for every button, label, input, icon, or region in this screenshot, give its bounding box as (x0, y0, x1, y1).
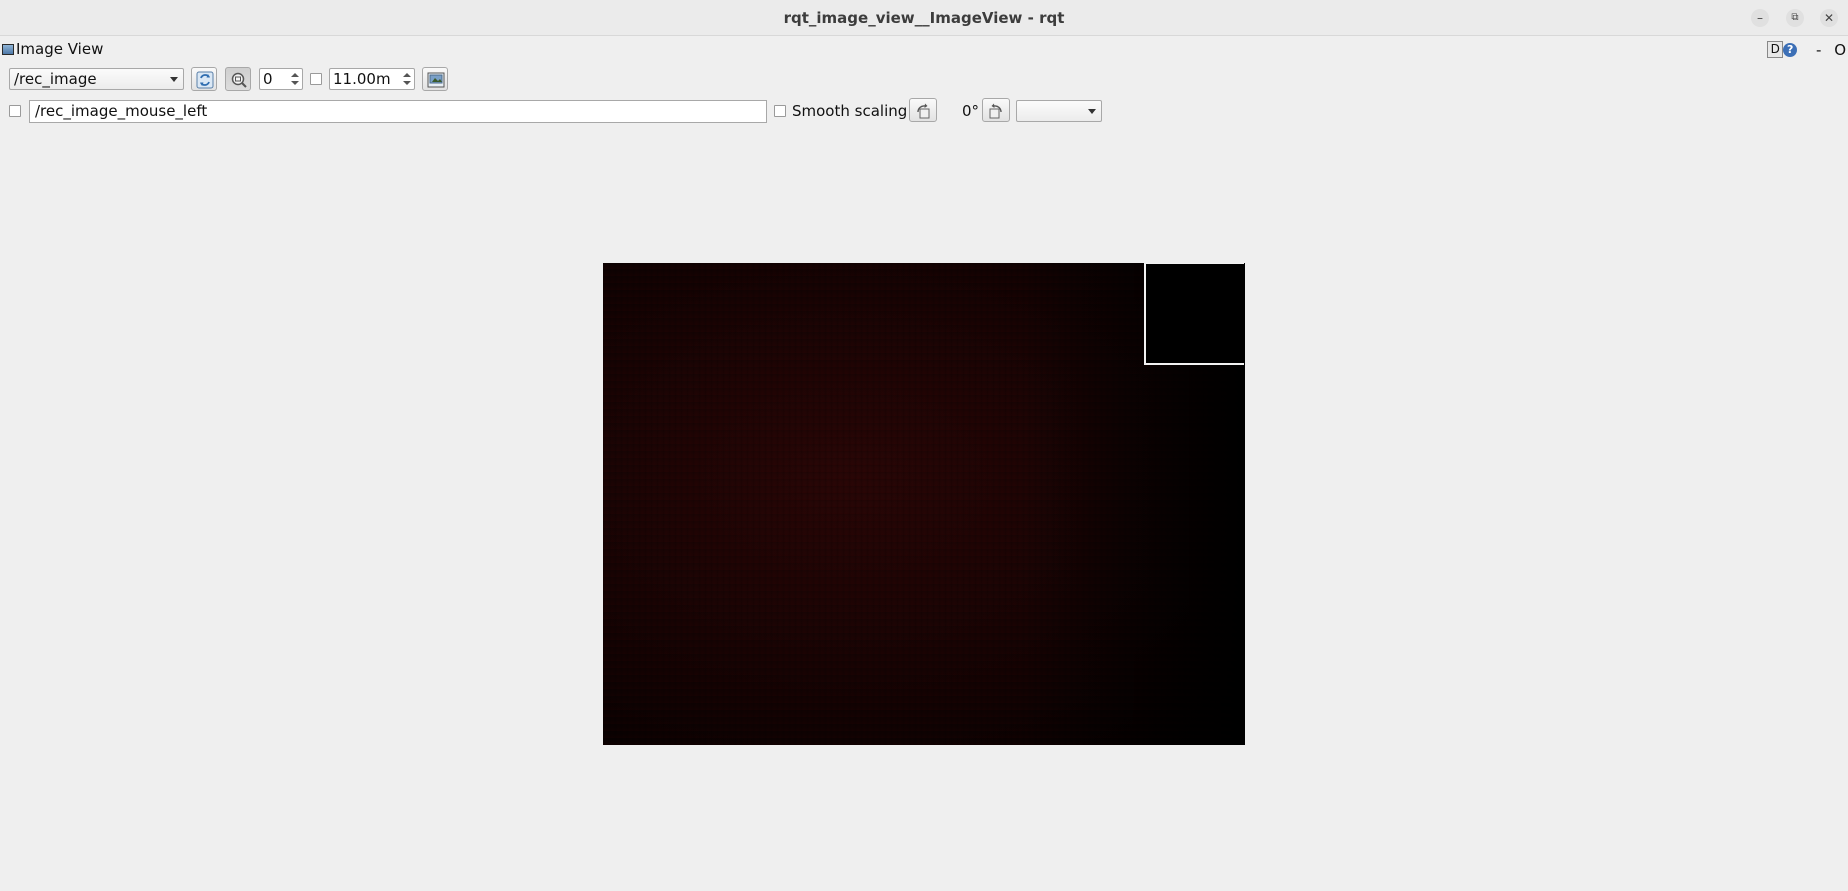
dock-controls: D? - O (1767, 40, 1846, 59)
spin-up-icon[interactable] (291, 73, 299, 77)
image-inset-box (1144, 263, 1244, 365)
window-title: rqt_image_view__ImageView - rqt (783, 9, 1065, 27)
publish-mouse-checkbox[interactable] (9, 105, 21, 117)
rotate-right-button[interactable] (982, 98, 1010, 122)
topic-combobox-value: /rec_image (14, 70, 97, 88)
smooth-scaling-label[interactable]: Smooth scaling (792, 102, 907, 120)
close-button[interactable]: ✕ (1820, 9, 1838, 27)
chevron-down-icon (1088, 109, 1096, 114)
smooth-scaling-checkbox[interactable] (774, 105, 786, 117)
num-gridlines-value: 0 (263, 70, 273, 88)
save-image-button[interactable] (422, 67, 448, 91)
refresh-icon (196, 71, 214, 89)
max-range-checkbox[interactable] (310, 73, 322, 85)
num-gridlines-spinbox[interactable]: 0 (259, 68, 303, 90)
rotation-label: 0° (962, 102, 980, 120)
chevron-down-icon (170, 77, 178, 82)
rotate-left-icon (917, 103, 930, 119)
dock-float-button[interactable]: O (1834, 41, 1846, 59)
zoom-fit-button[interactable] (225, 67, 251, 91)
max-range-spinbox[interactable]: 11.00m (329, 68, 415, 90)
dock-titlebar: Image View D? - O (0, 38, 1848, 62)
image-view-icon (2, 44, 14, 55)
window-titlebar: rqt_image_view__ImageView - rqt – ⧉ ✕ (0, 0, 1848, 36)
refresh-topics-button[interactable] (191, 67, 217, 91)
rotate-left-button[interactable] (909, 98, 937, 122)
max-range-value: 11.00m (333, 70, 391, 88)
dock-d-button[interactable]: D (1767, 41, 1784, 58)
dock-minimize-button[interactable]: - (1816, 41, 1821, 59)
help-icon[interactable]: ? (1783, 42, 1798, 57)
spin-up-icon[interactable] (403, 73, 411, 77)
save-icon (427, 72, 445, 88)
minimize-button[interactable]: – (1751, 9, 1769, 27)
topic-combobox[interactable]: /rec_image (9, 68, 184, 90)
dock-title: Image View (16, 40, 104, 58)
color-scheme-combobox[interactable] (1016, 100, 1102, 122)
spin-down-icon[interactable] (403, 81, 411, 85)
zoom-fit-icon (231, 72, 247, 88)
image-display[interactable] (603, 263, 1245, 745)
rotate-right-icon (989, 103, 1002, 119)
restore-button[interactable]: ⧉ (1786, 9, 1804, 27)
spin-down-icon[interactable] (291, 81, 299, 85)
mouse-topic-field[interactable]: /rec_image_mouse_left (29, 100, 767, 123)
